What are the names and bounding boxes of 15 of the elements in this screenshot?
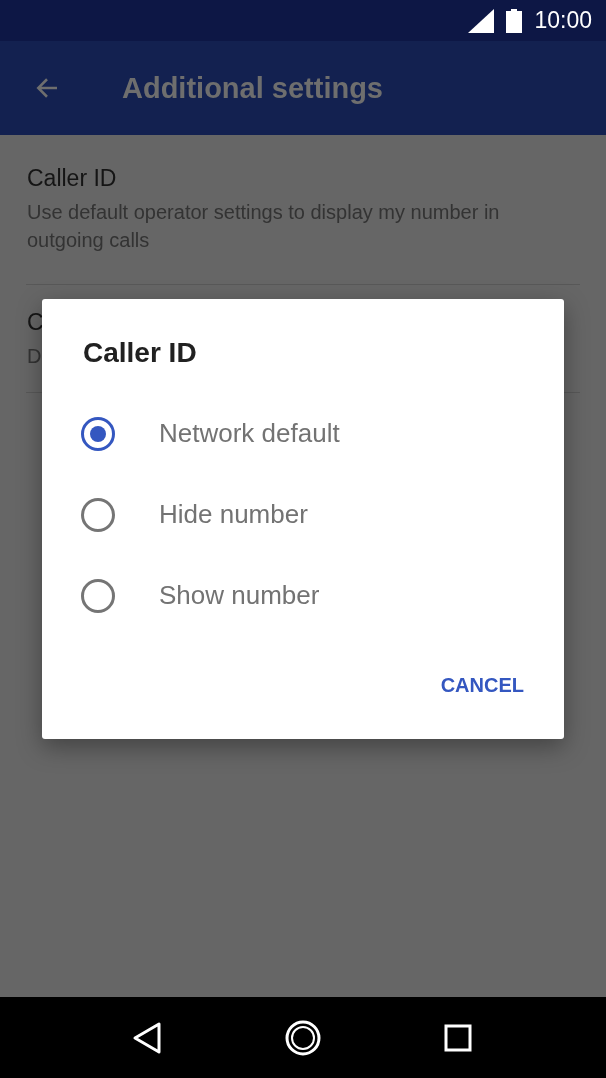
option-label[interactable]: Show number: [159, 580, 320, 611]
option-label[interactable]: Hide number: [159, 499, 308, 530]
battery-icon: [506, 8, 523, 33]
home-icon[interactable]: [284, 1018, 322, 1057]
radio-button[interactable]: [81, 578, 115, 613]
setting-title: Caller ID: [27, 165, 118, 192]
setting-title: C: [27, 309, 45, 336]
radio-button[interactable]: [81, 497, 115, 532]
cancel-button[interactable]: CANCEL: [424, 666, 540, 705]
clock: 10:00: [534, 7, 592, 34]
screen-title: Additional settings: [122, 71, 383, 105]
radio-button[interactable]: [81, 416, 115, 451]
option-label[interactable]: Network default: [159, 418, 340, 449]
dialog-title: Caller ID: [83, 337, 198, 369]
signal-icon: [468, 8, 495, 33]
